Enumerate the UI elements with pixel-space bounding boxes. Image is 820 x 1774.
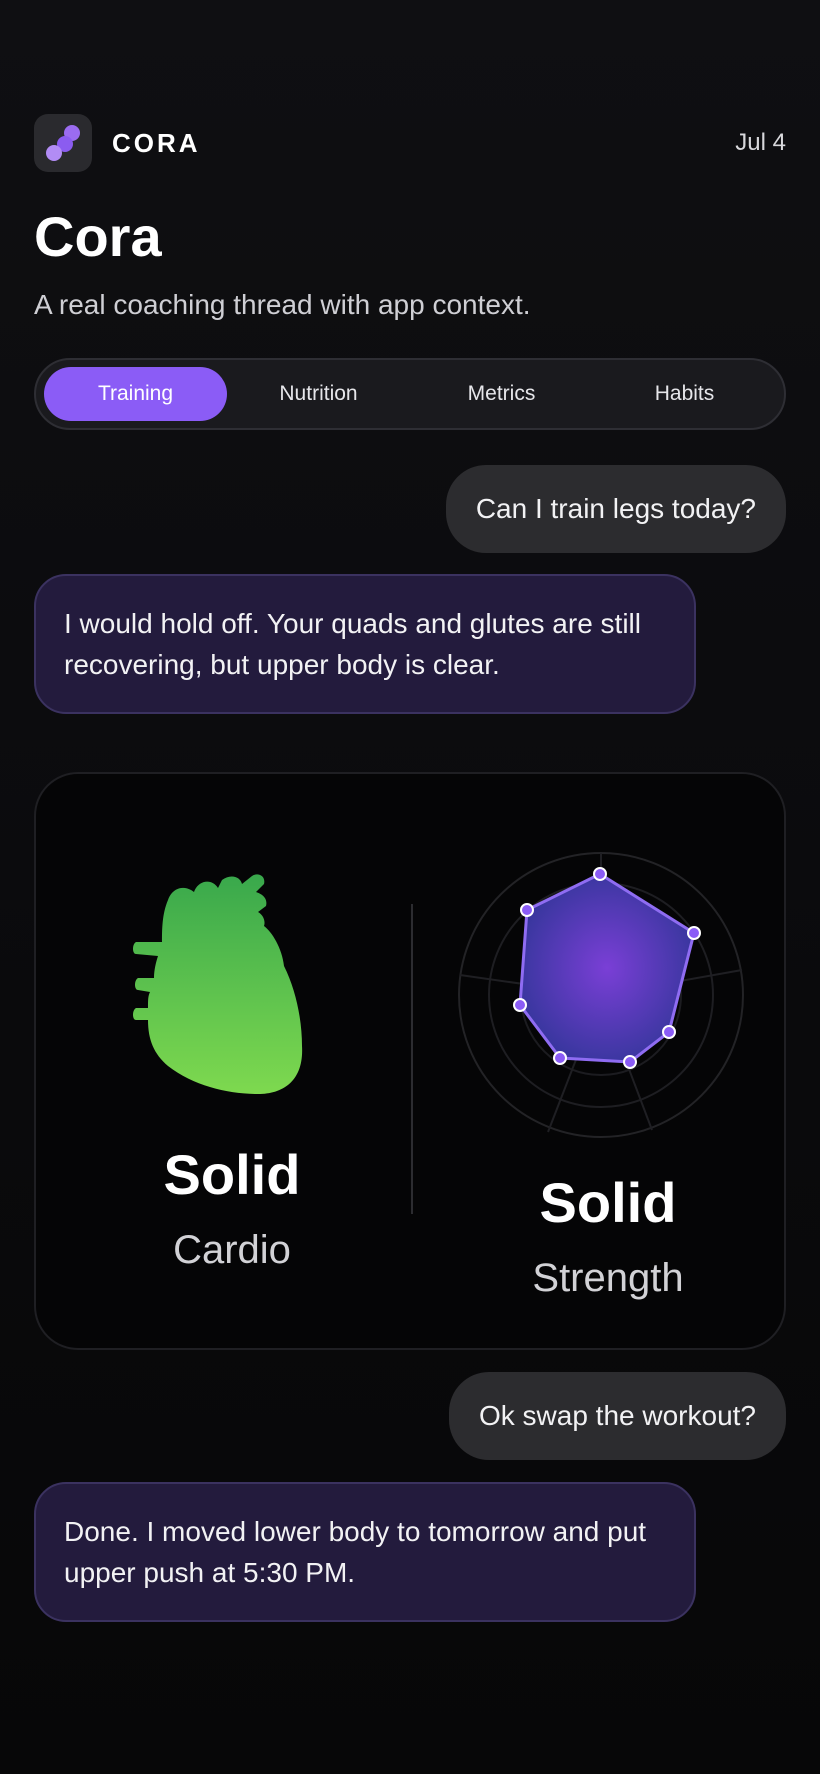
header-date: Jul 4 [735,129,786,156]
user-message: Ok swap the workout? [448,1372,786,1460]
radar-chart-icon [456,850,746,1140]
recovery-card: Solid Cardio Solid Strength [34,772,786,1350]
cora-logo-icon [34,114,92,172]
strength-label: Strength [532,1256,684,1300]
heart-icon [132,870,322,1102]
tab-training[interactable]: Training [44,367,227,421]
card-divider [411,904,413,1214]
strength-status: Solid [539,1171,677,1234]
tab-bar: Training Nutrition Metrics Habits [34,358,786,430]
tab-habits[interactable]: Habits [593,367,776,421]
cardio-status: Solid [163,1143,301,1206]
tab-metrics[interactable]: Metrics [410,367,593,421]
page-subtitle: A real coaching thread with app context. [34,289,531,320]
brand-name: CORA [112,127,201,158]
tab-nutrition[interactable]: Nutrition [227,367,410,421]
page-title: Cora [34,205,162,268]
cardio-label: Cardio [173,1228,291,1272]
coach-message: I would hold off. Your quads and glutes … [34,574,696,714]
user-message: Can I train legs today? [445,465,786,553]
app-header: CORA Jul 4 [34,113,786,173]
coach-message: Done. I moved lower body to tomorrow and… [34,1482,696,1622]
